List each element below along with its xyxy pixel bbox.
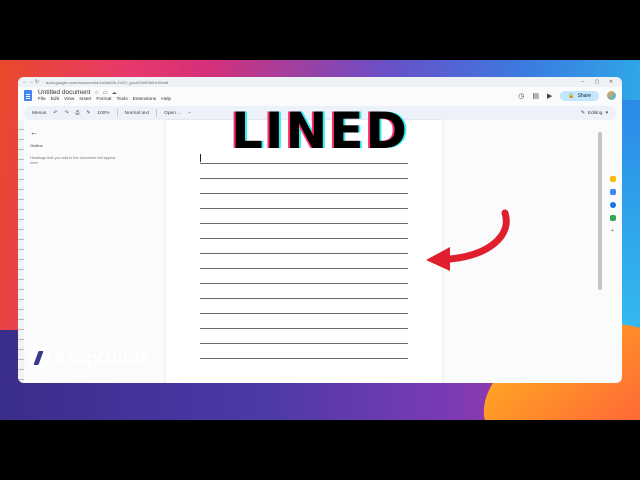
docs-logo-icon[interactable] — [24, 90, 32, 101]
ruled-line — [200, 223, 408, 224]
tasks-icon[interactable] — [609, 189, 616, 195]
ruled-line — [200, 253, 408, 254]
add-icon[interactable]: + — [611, 228, 614, 234]
ruled-line — [200, 298, 408, 299]
ruled-line — [200, 193, 408, 194]
ruled-line — [200, 313, 408, 314]
contacts-icon[interactable] — [609, 202, 616, 208]
overlay-heading: LINED — [231, 102, 409, 160]
maximize-icon[interactable]: ▢ — [590, 79, 604, 85]
star-icon[interactable]: ☆ — [94, 90, 98, 96]
logo-icon — [28, 347, 50, 369]
share-label: Share — [577, 92, 591, 99]
minimize-icon[interactable]: – — [576, 79, 590, 85]
ruled-line — [200, 343, 408, 344]
maps-icon[interactable] — [609, 215, 616, 221]
browser-chrome: ← → ↻ docs.google.com/document/d/1a1a6Ob… — [18, 77, 622, 87]
document-title[interactable]: Untitled document — [38, 89, 90, 96]
share-button[interactable]: 🔒 Share — [560, 90, 599, 101]
comment-icon[interactable]: ▤ — [532, 92, 539, 100]
ruled-line — [200, 283, 408, 284]
ruled-line — [200, 178, 408, 179]
ruled-line — [200, 358, 408, 359]
lock-icon: 🔒 — [568, 92, 575, 99]
close-icon[interactable]: ✕ — [604, 79, 618, 85]
keep-icon[interactable] — [609, 176, 616, 182]
ruled-line — [200, 238, 408, 239]
brand-name: AsapGuide — [54, 347, 150, 368]
video-icon[interactable]: ▶ — [547, 92, 552, 100]
folder-icon[interactable]: ▭ — [103, 90, 108, 96]
side-panel: + — [603, 170, 622, 350]
reload-icon[interactable]: ↻ — [34, 79, 40, 85]
cloud-icon[interactable]: ☁ — [112, 90, 117, 96]
brand-logo: AsapGuide — [28, 347, 149, 369]
ruled-line — [200, 208, 408, 209]
ruled-line — [200, 328, 408, 329]
ruled-line — [200, 163, 408, 164]
history-icon[interactable]: ◷ — [518, 92, 524, 100]
red-arrow-icon — [426, 209, 510, 271]
ruled-line — [200, 268, 408, 269]
address-bar[interactable]: docs.google.com/document/d/1a1a6Ob-1VGJ_… — [46, 80, 576, 85]
avatar[interactable] — [607, 91, 616, 100]
